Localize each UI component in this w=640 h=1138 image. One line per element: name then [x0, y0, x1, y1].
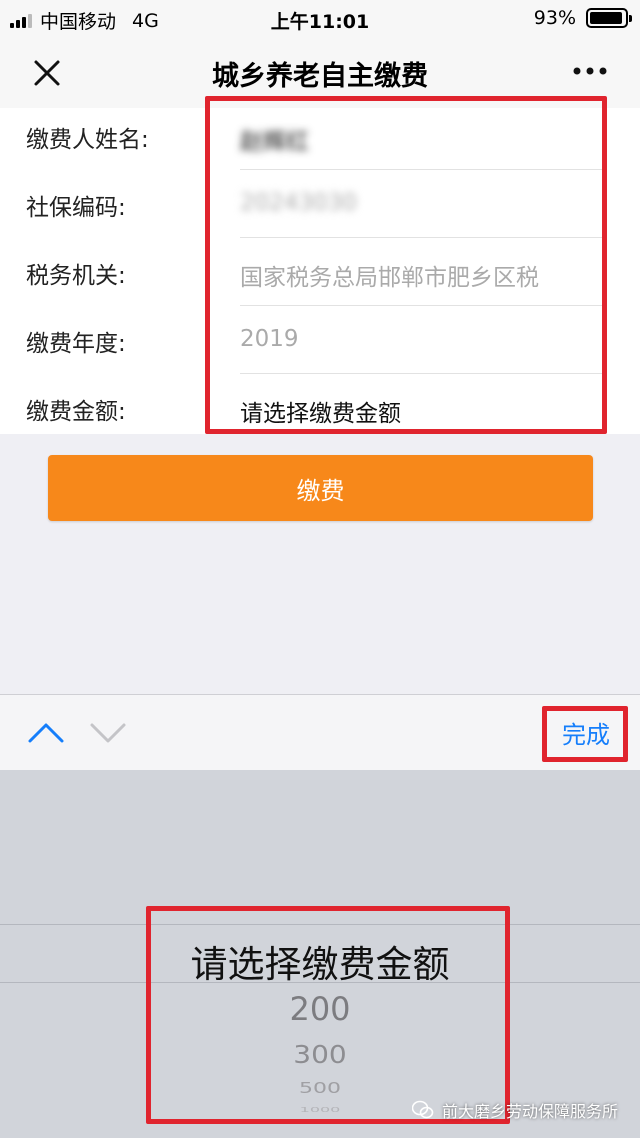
year-label: 缴费年度: [26, 331, 126, 357]
picker-option[interactable]: 500 [0, 1080, 640, 1098]
picker-option[interactable]: 300 [0, 1040, 640, 1069]
chevron-up-icon[interactable] [26, 717, 66, 747]
nav-bar: 城乡养老自主缴费 [0, 36, 640, 108]
social-id-label: 社保编码: [26, 195, 126, 221]
more-icon[interactable] [570, 56, 610, 86]
status-right: 93% [533, 7, 632, 29]
page-title: 城乡养老自主缴费 [212, 61, 428, 92]
chevron-down-icon[interactable] [88, 717, 128, 747]
form-row-tax-office: 税务机关: 国家税务总局邯郸市肥乡区税 [0, 238, 640, 306]
picker-option-selected[interactable]: 请选择缴费金额 [0, 934, 640, 988]
amount-select[interactable]: 请选择缴费金额 [240, 394, 401, 428]
wechat-icon [411, 1100, 434, 1119]
watermark: 前大磨乡劳动保障服务所 [411, 1098, 618, 1122]
form-row-name: 缴费人姓名: 赵辉红 [0, 102, 640, 170]
amount-label: 缴费金额: [26, 399, 126, 425]
year-value: 2019 [240, 326, 299, 352]
tax-office-value: 国家税务总局邯郸市肥乡区税 [240, 265, 539, 291]
social-id-value: 20243030 [240, 190, 358, 216]
battery-fill [590, 12, 622, 24]
picker-toolbar: 完成 [0, 694, 640, 770]
payment-form: 缴费人姓名: 赵辉红 社保编码: 20243030 税务机关: 国家税务总局邯郸… [0, 108, 640, 434]
payer-name-value: 赵辉红 [240, 129, 309, 155]
form-row-year: 缴费年度: 2019 [0, 306, 640, 374]
battery-percent: 93% [533, 7, 576, 29]
tax-office-label: 税务机关: [26, 263, 126, 289]
picker-line [0, 924, 640, 925]
picker-option[interactable]: 200 [0, 990, 640, 1028]
pay-button[interactable]: 缴费 [48, 455, 593, 521]
payer-name-label: 缴费人姓名: [26, 127, 149, 153]
battery-icon [586, 8, 632, 28]
done-button[interactable]: 完成 [562, 715, 610, 750]
amount-picker[interactable]: 请选择缴费金额 200 300 500 1000 [0, 770, 640, 1138]
watermark-text: 前大磨乡劳动保障服务所 [441, 1102, 618, 1121]
status-bar: 中国移动 4G 上午11:01 93% [0, 0, 640, 36]
form-row-social-id: 社保编码: 20243030 [0, 170, 640, 238]
form-row-amount[interactable]: 缴费金额: 请选择缴费金额 [0, 374, 640, 442]
